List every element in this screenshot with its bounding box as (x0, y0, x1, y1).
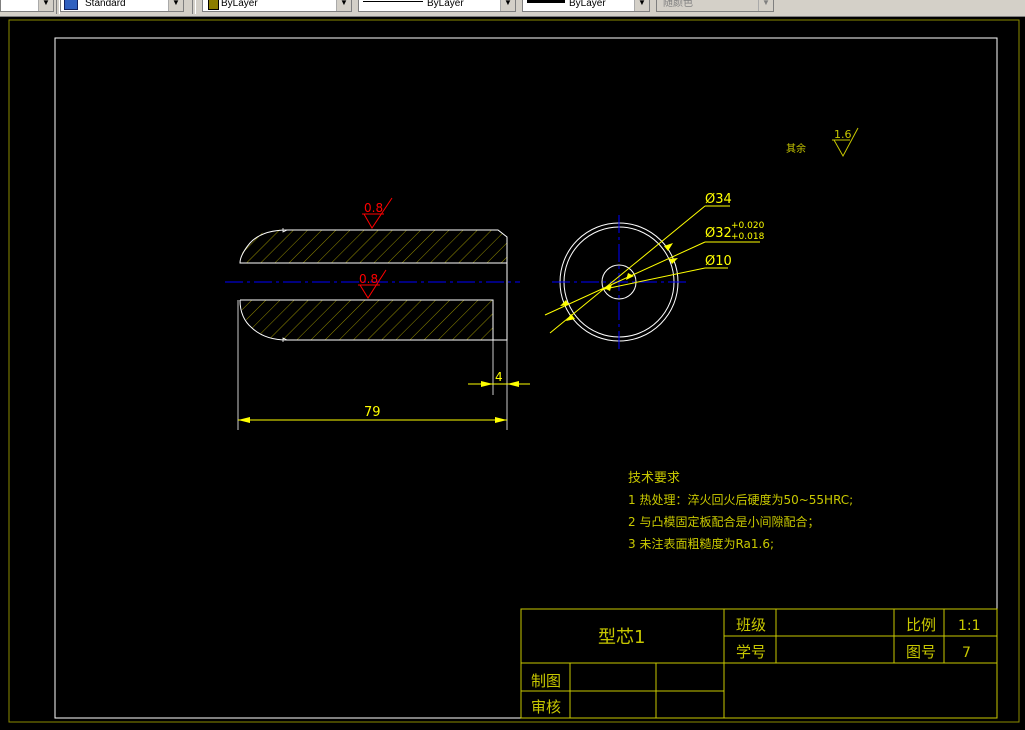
student-id-label: 学号 (736, 643, 766, 661)
class-label: 班级 (736, 616, 766, 634)
color-combo[interactable]: ByLayer ▼ (202, 0, 352, 12)
drawing-frame (54, 37, 998, 719)
title-block-text: 型芯1 班级 比例 1:1 学号 图号 7 制图 审核 (531, 616, 981, 716)
note-item: 3 未注表面粗糙度为Ra1.6; (628, 536, 774, 551)
properties-toolbar: ▼ Standard ▼ ByLayer ▼ ByLayer ▼ ByLayer… (0, 0, 1025, 17)
surface-finish-bore-value: 0.8 (359, 272, 378, 286)
sheet-border (8, 19, 1020, 723)
note-item: 1 热处理：淬火回火后硬度为50~55HRC; (628, 492, 853, 507)
dim-outer-dia: Ø34 (705, 192, 732, 207)
dim-mid-dia: Ø32 (705, 226, 732, 241)
dim-bore-dia: Ø10 (705, 254, 732, 269)
text-style-value: Standard (85, 0, 126, 9)
plot-style-value: 随颜色 (663, 0, 693, 9)
linetype-preview-icon (363, 1, 423, 2)
text-style-combo[interactable]: Standard ▼ (60, 0, 184, 12)
scale-value: 1:1 (958, 618, 981, 634)
chevron-down-icon: ▼ (634, 0, 649, 11)
drawing-no-value: 7 (962, 645, 971, 661)
chevron-down-icon: ▼ (38, 0, 53, 11)
dimension-shoulder: 4 (468, 340, 530, 395)
end-view (552, 215, 686, 350)
plot-style-combo[interactable]: 随颜色 ▼ (656, 0, 774, 12)
lineweight-combo[interactable]: ByLayer ▼ (522, 0, 650, 12)
dim-length-text: 79 (364, 405, 381, 420)
chevron-down-icon: ▼ (168, 0, 183, 11)
color-value: ByLayer (221, 0, 258, 9)
notes-title: 技术要求 (628, 471, 680, 486)
rest-roughness-value: 1.6 (834, 128, 852, 141)
chevron-down-icon: ▼ (336, 0, 351, 11)
surface-finish-top: 0.8 (362, 197, 393, 229)
lineweight-preview-icon (527, 0, 565, 3)
chevron-down-icon: ▼ (500, 0, 515, 11)
color-swatch-icon (208, 0, 219, 10)
note-item: 2 与凸模固定板配合是小间隙配合； (628, 514, 819, 529)
dim-mid-tol-upper: +0.020 (731, 221, 765, 231)
chevron-down-icon: ▼ (758, 0, 773, 11)
dim-shoulder-text: 4 (495, 370, 503, 384)
dimension-diameters: Ø34 Ø32 +0.020 +0.018 Ø10 (544, 192, 765, 334)
rest-label: 其余 (786, 142, 806, 155)
lineweight-value: ByLayer (569, 0, 606, 9)
dim-mid-tol-lower: +0.018 (731, 232, 765, 242)
drawn-by-label: 制图 (531, 672, 561, 690)
linetype-value: ByLayer (427, 0, 464, 9)
part-name: 型芯1 (598, 627, 645, 648)
technical-notes: 技术要求 1 热处理：淬火回火后硬度为50~55HRC; 2 与凸模固定板配合是… (628, 471, 853, 551)
checked-by-label: 审核 (531, 698, 561, 716)
linetype-combo[interactable]: ByLayer ▼ (358, 0, 516, 12)
text-style-icon (64, 0, 78, 10)
drawing-no-label: 图号 (906, 643, 936, 661)
model-space-canvas[interactable]: 0.8 0.8 79 4 Ø34 Ø32 +0.020 +0.018 Ø10 其… (0, 16, 1025, 730)
surface-finish-bore: 0.8 (358, 269, 387, 299)
surface-finish-top-value: 0.8 (364, 201, 383, 215)
rest-roughness: 其余 1.6 (786, 127, 859, 158)
scale-label: 比例 (906, 616, 936, 634)
left-dropdown-arrow[interactable]: ▼ (0, 0, 54, 12)
